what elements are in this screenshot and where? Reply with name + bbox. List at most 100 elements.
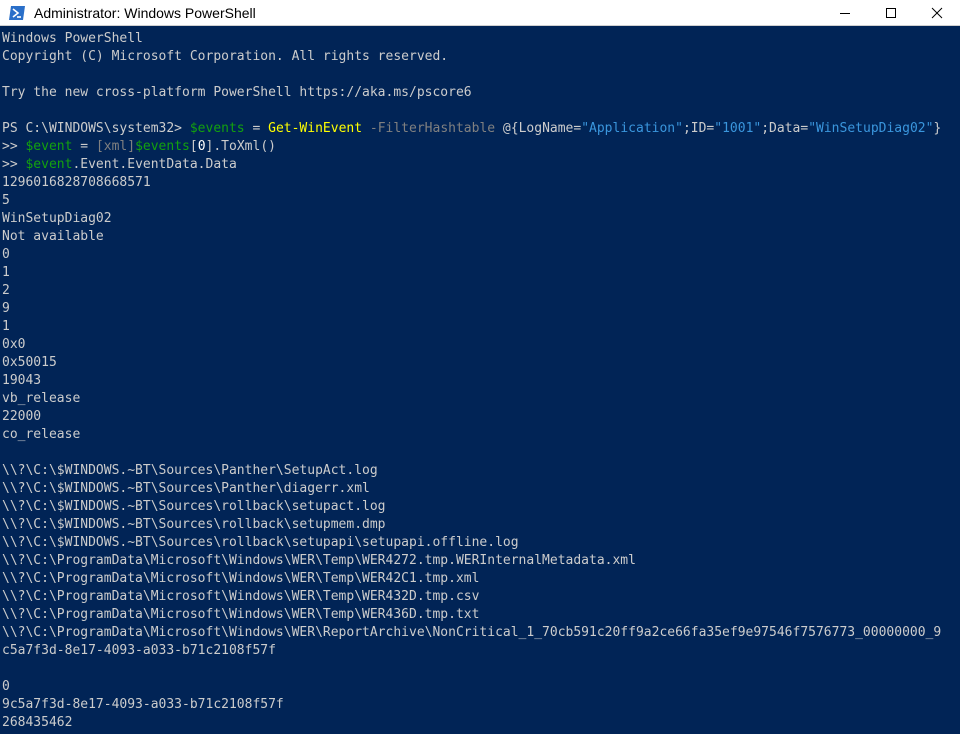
console-line: \\?\C:\ProgramData\Microsoft\Windows\WER… <box>2 606 960 624</box>
console-text: 0 <box>197 139 206 154</box>
console-text: 0x50015 <box>2 355 57 370</box>
console-text: \\?\C:\ProgramData\Microsoft\Windows\WER… <box>2 625 942 640</box>
console-text: c5a7f3d-8e17-4093-a033-b71c2108f57f <box>2 643 276 658</box>
console-text: \\?\C:\ProgramData\Microsoft\Windows\WER… <box>2 571 480 586</box>
console-text: [ <box>189 139 198 154</box>
console-text: WinSetupDiag02 <box>2 211 112 226</box>
console-text: 1 <box>2 319 10 334</box>
console-text: [xml] <box>95 139 136 154</box>
console-text: co_release <box>2 427 81 442</box>
console-text: \\?\C:\$WINDOWS.~BT\Sources\rollback\set… <box>2 535 519 550</box>
console-text: "WinSetupDiag02" <box>808 121 934 136</box>
console-text: $event <box>25 157 73 172</box>
console-text: 9 <box>2 301 10 316</box>
console-line: \\?\C:\$WINDOWS.~BT\Sources\rollback\set… <box>2 534 960 552</box>
console-text: Not available <box>2 229 104 244</box>
console-line: \\?\C:\ProgramData\Microsoft\Windows\WER… <box>2 552 960 570</box>
console-line: WinSetupDiag02 <box>2 210 960 228</box>
console-text: ].ToXml() <box>205 139 276 154</box>
console-line: PS C:\WINDOWS\system32> $events = Get-Wi… <box>2 120 960 138</box>
console-text: = <box>244 121 269 136</box>
console-line: >> $event.Event.EventData.Data <box>2 156 960 174</box>
console-text: \\?\C:\$WINDOWS.~BT\Sources\Panther\diag… <box>2 481 370 496</box>
console-text: >> <box>2 157 26 172</box>
console-text: \\?\C:\$WINDOWS.~BT\Sources\rollback\set… <box>2 517 386 532</box>
console-text: 9c5a7f3d-8e17-4093-a033-b71c2108f57f <box>2 697 284 712</box>
console-text: \\?\C:\$WINDOWS.~BT\Sources\Panther\Setu… <box>2 463 378 478</box>
console-line: 22000 <box>2 408 960 426</box>
console-line: \\?\C:\ProgramData\Microsoft\Windows\WER… <box>2 624 960 642</box>
console-text: 0x0 <box>2 337 26 352</box>
console-text: "1001" <box>714 121 762 136</box>
console-text: Copyright (C) Microsoft Corporation. All… <box>2 49 449 64</box>
console-line: Try the new cross-platform PowerShell ht… <box>2 84 960 102</box>
window-title: Administrator: Windows PowerShell <box>34 4 256 21</box>
console-text: $events <box>189 121 245 136</box>
console-text: 1 <box>2 265 10 280</box>
console-text: 2 <box>2 283 10 298</box>
console-line: 5 <box>2 192 960 210</box>
console-text: = <box>72 139 96 154</box>
console-line: \\?\C:\$WINDOWS.~BT\Sources\Panther\diag… <box>2 480 960 498</box>
console-line: 1 <box>2 318 960 336</box>
console-text: \\?\C:\ProgramData\Microsoft\Windows\WER… <box>2 553 636 568</box>
console-text: ;Data= <box>761 121 809 136</box>
console-text: \\?\C:\$WINDOWS.~BT\Sources\rollback\set… <box>2 499 386 514</box>
console-text: 5 <box>2 193 10 208</box>
console-text: 1296016828708668571 <box>2 175 151 190</box>
powershell-icon[interactable] <box>8 4 26 22</box>
console-line: vb_release <box>2 390 960 408</box>
console-line: Copyright (C) Microsoft Corporation. All… <box>2 48 960 66</box>
close-icon <box>931 7 943 18</box>
minimize-button[interactable] <box>822 0 868 26</box>
console-line: \\?\C:\ProgramData\Microsoft\Windows\WER… <box>2 570 960 588</box>
console-line: \\?\C:\ProgramData\Microsoft\Windows\WER… <box>2 588 960 606</box>
console-text: $event <box>25 139 73 154</box>
console-line: 9 <box>2 300 960 318</box>
console-text: } <box>933 121 942 136</box>
console-line: 0x0 <box>2 336 960 354</box>
console-text: Try the new cross-platform PowerShell ht… <box>2 85 472 100</box>
console-text: vb_release <box>2 391 81 406</box>
maximize-icon <box>886 7 896 18</box>
console-text: \\?\C:\ProgramData\Microsoft\Windows\WER… <box>2 589 480 604</box>
console-line: \\?\C:\$WINDOWS.~BT\Sources\rollback\set… <box>2 498 960 516</box>
console-line: c5a7f3d-8e17-4093-a033-b71c2108f57f <box>2 642 960 660</box>
console-line: 0x50015 <box>2 354 960 372</box>
console-line: 1 <box>2 264 960 282</box>
console-line: 1296016828708668571 <box>2 174 960 192</box>
console-text: 19043 <box>2 373 42 388</box>
console-line: 0 <box>2 678 960 696</box>
console-text: "Application" <box>581 121 683 136</box>
console-text: Windows PowerShell <box>2 31 143 46</box>
title-bar[interactable]: Administrator: Windows PowerShell <box>0 0 960 26</box>
console-line: Windows PowerShell <box>2 30 960 48</box>
console-text: .Event.EventData.Data <box>72 157 237 172</box>
console-line: 0 <box>2 246 960 264</box>
minimize-icon <box>840 12 850 14</box>
console-line: 2 <box>2 282 960 300</box>
console-text: 0 <box>2 247 10 262</box>
console-line: \\?\C:\$WINDOWS.~BT\Sources\rollback\set… <box>2 516 960 534</box>
maximize-button[interactable] <box>868 0 914 26</box>
console-text: PS C:\WINDOWS\system32> <box>2 121 190 136</box>
console-text: $events <box>135 139 190 154</box>
console-line: 268435462 <box>2 714 960 732</box>
console-text: \\?\C:\ProgramData\Microsoft\Windows\WER… <box>2 607 480 622</box>
console-text: >> <box>2 139 26 154</box>
console-line: >> $event = [xml]$events[0].ToXml() <box>2 138 960 156</box>
console-line: 9c5a7f3d-8e17-4093-a033-b71c2108f57f <box>2 696 960 714</box>
console-text: Get-WinEvent <box>268 121 363 136</box>
console-text: -FilterHashtable <box>362 121 496 136</box>
console-line: 19043 <box>2 372 960 390</box>
console-text: 268435462 <box>2 715 73 730</box>
console-text: ;ID= <box>682 121 715 136</box>
console-line: \\?\C:\$WINDOWS.~BT\Sources\Panther\Setu… <box>2 462 960 480</box>
close-button[interactable] <box>914 0 960 26</box>
console-output[interactable]: Windows PowerShell Copyright (C) Microsof… <box>2 30 960 734</box>
console-text: 0 <box>2 679 10 694</box>
